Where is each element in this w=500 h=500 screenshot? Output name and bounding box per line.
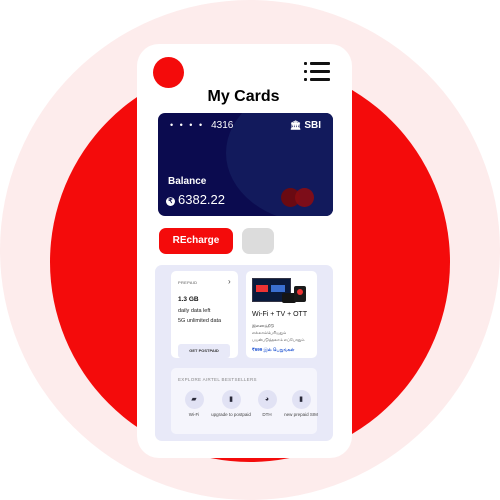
balance-value: ₹6382.22: [166, 192, 225, 207]
card-bank: 🏛 SBI: [290, 120, 321, 131]
dth-dish-icon: ◕: [257, 390, 277, 409]
card-bank-name: SBI: [304, 120, 321, 131]
bestsellers-heading: EXPLORE AIRTEL BESTSELLERS: [178, 377, 257, 382]
router-image: [294, 286, 306, 302]
recharge-button[interactable]: REcharge: [159, 228, 233, 254]
bestseller-wifi[interactable]: ▰ Wi-Fi: [174, 390, 214, 418]
sim-upgrade-icon: ▮: [221, 390, 241, 409]
bestsellers-section: EXPLORE AIRTEL BESTSELLERS ▰ Wi-Fi ▮ upg…: [171, 368, 318, 434]
bestseller-prepaid-sim[interactable]: ▮ new prepaid SIM: [281, 390, 321, 418]
bank-icon: 🏛: [289, 120, 302, 130]
ott-tamil-line-3: பயன்படுத்தலாம் எப்போதும்: [252, 337, 305, 342]
bestseller-label: new prepaid SIM: [284, 412, 318, 417]
bestseller-label: upgrade to postpaid: [211, 412, 251, 417]
data-left-caption: daily data left: [178, 308, 211, 314]
balance-label: Balance: [168, 176, 207, 187]
rupee-icon: ₹: [166, 197, 175, 206]
card-masked-dots: • • • •: [170, 120, 205, 130]
unlimited-data-caption: 5G unlimited data: [178, 318, 222, 324]
card-number: • • • • 4316: [170, 120, 233, 131]
bank-card[interactable]: • • • • 4316 🏛 SBI Balance ₹6382.22: [158, 113, 333, 216]
prepaid-label: PREPAID: [178, 280, 198, 285]
secondary-action-button[interactable]: [242, 228, 274, 254]
chevron-right-icon[interactable]: ›: [228, 277, 231, 286]
prepaid-sim-icon: ▮: [291, 390, 311, 409]
card-last-digits: 4316: [211, 120, 234, 131]
avatar[interactable]: [153, 57, 184, 88]
phone-screen: My Cards • • • • 4316 🏛 SBI Balance ₹6382.…: [137, 44, 352, 458]
page-title: My Cards: [207, 88, 280, 105]
menu-icon[interactable]: [304, 62, 330, 82]
balance-amount: 6382.22: [178, 192, 225, 207]
wifi-router-icon: ▰: [184, 390, 204, 409]
ott-tamil-line-2: எல்லாம்பெரியதும்: [252, 330, 287, 335]
get-postpaid-button[interactable]: GET POSTPAID: [178, 344, 230, 358]
bestseller-label: Wi-Fi: [188, 412, 200, 417]
embedded-app-panel: PREPAID › 1.3 GB daily data left 5G unli…: [155, 265, 333, 441]
ott-heading: Wi-Fi + TV + OTT: [252, 311, 308, 318]
ott-tamil-line-1: இணைத்திடு: [252, 323, 275, 328]
prepaid-card[interactable]: PREPAID › 1.3 GB daily data left 5G unli…: [171, 271, 238, 358]
data-left-value: 1.3 GB: [178, 296, 199, 303]
bestseller-upgrade-postpaid[interactable]: ▮ upgrade to postpaid: [211, 390, 251, 418]
ott-price-link[interactable]: ₹699 இல் பெறுங்கள்: [252, 347, 294, 353]
card-network-logo-right: [295, 188, 314, 207]
ott-promo-card[interactable]: Wi-Fi + TV + OTT இணைத்திடு எல்லாம்பெரியத…: [246, 271, 317, 358]
